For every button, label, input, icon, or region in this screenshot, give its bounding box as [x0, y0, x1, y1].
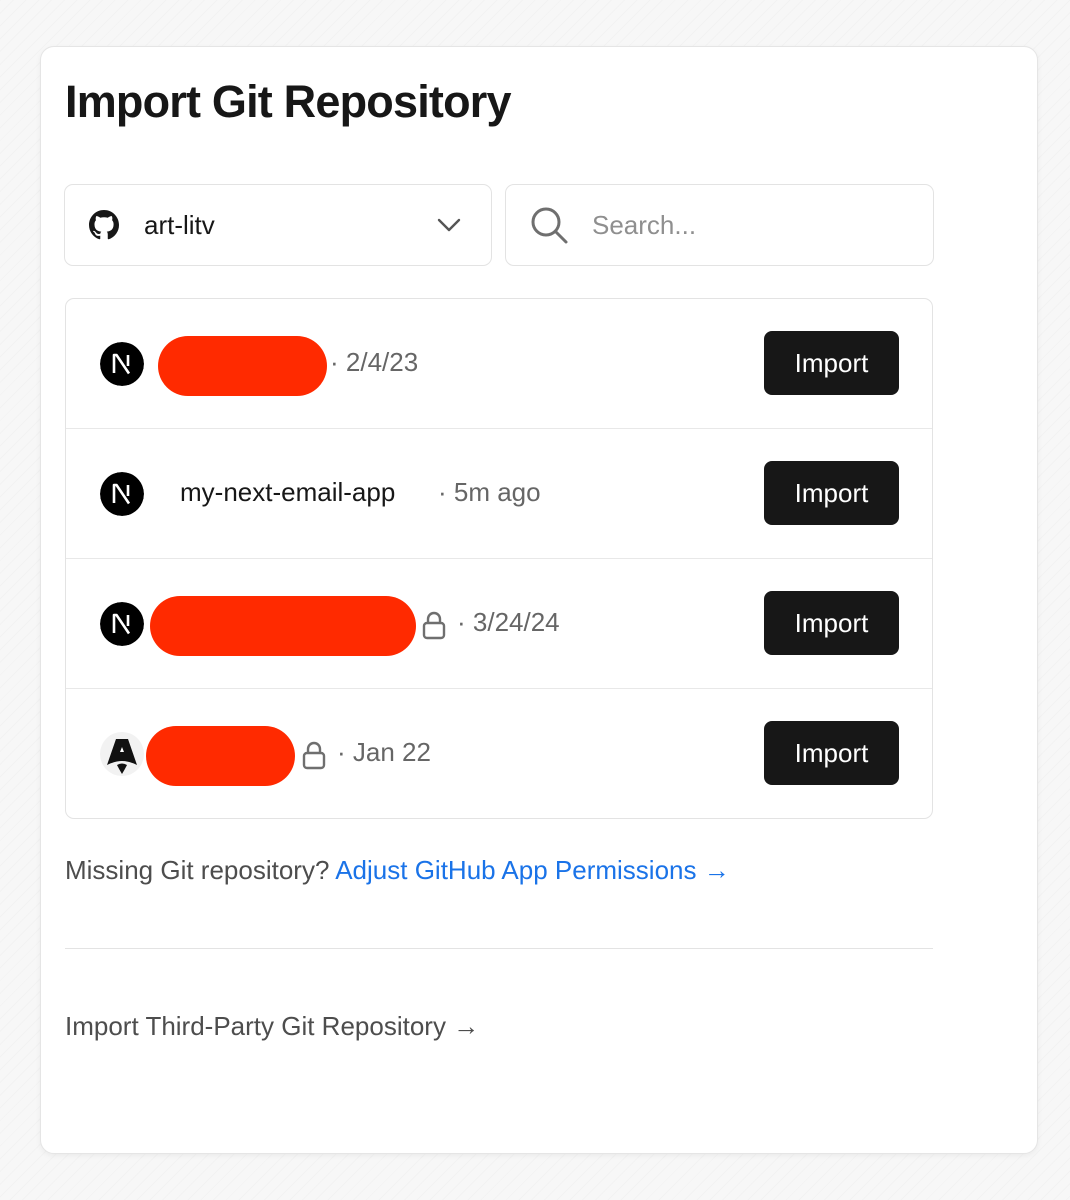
repo-row: · 3/24/24 Import: [66, 559, 932, 689]
search-input[interactable]: [592, 209, 892, 241]
account-scope-select[interactable]: art-litv: [64, 184, 492, 266]
nextjs-icon: [100, 602, 144, 646]
repo-name[interactable]: my-next-email-app: [180, 477, 395, 508]
import-button[interactable]: Import: [764, 721, 899, 785]
import-third-party-link[interactable]: Import Third-Party Git Repository →: [65, 1011, 479, 1042]
repo-row: my-next-email-app · 5m ago Import: [66, 429, 932, 559]
redacted-repo-name: [150, 596, 416, 656]
adjust-permissions-link[interactable]: Adjust GitHub App Permissions →: [335, 855, 730, 885]
account-name: art-litv: [144, 209, 215, 240]
missing-repo-hint: Missing Git repository? Adjust GitHub Ap…: [65, 855, 730, 886]
missing-repo-text: Missing Git repository?: [65, 855, 330, 885]
repo-updated: · 3/24/24: [457, 607, 560, 637]
chevron-down-icon: [437, 218, 461, 232]
nextjs-icon: [100, 342, 144, 386]
lock-icon: [422, 611, 446, 640]
nextjs-icon: [100, 472, 144, 516]
search-box[interactable]: [505, 184, 934, 266]
github-icon: [89, 210, 119, 240]
import-button[interactable]: Import: [764, 331, 899, 395]
repository-list: · 2/4/23 Import my-next-email-app · 5m a…: [65, 298, 933, 819]
import-button[interactable]: Import: [764, 591, 899, 655]
repo-row: · 2/4/23 Import: [66, 299, 932, 429]
astro-icon: [100, 732, 144, 776]
divider: [65, 948, 933, 949]
repo-updated: · Jan 22: [337, 737, 431, 767]
import-button[interactable]: Import: [764, 461, 899, 525]
page-title: Import Git Repository: [65, 76, 512, 127]
redacted-repo-name: [158, 336, 327, 396]
lock-icon: [302, 741, 326, 770]
redacted-repo-name: [146, 726, 295, 786]
repo-updated: · 5m ago: [438, 477, 541, 507]
repo-row: · Jan 22 Import: [66, 689, 932, 818]
search-icon: [531, 207, 568, 244]
repo-updated: · 2/4/23: [330, 347, 419, 377]
